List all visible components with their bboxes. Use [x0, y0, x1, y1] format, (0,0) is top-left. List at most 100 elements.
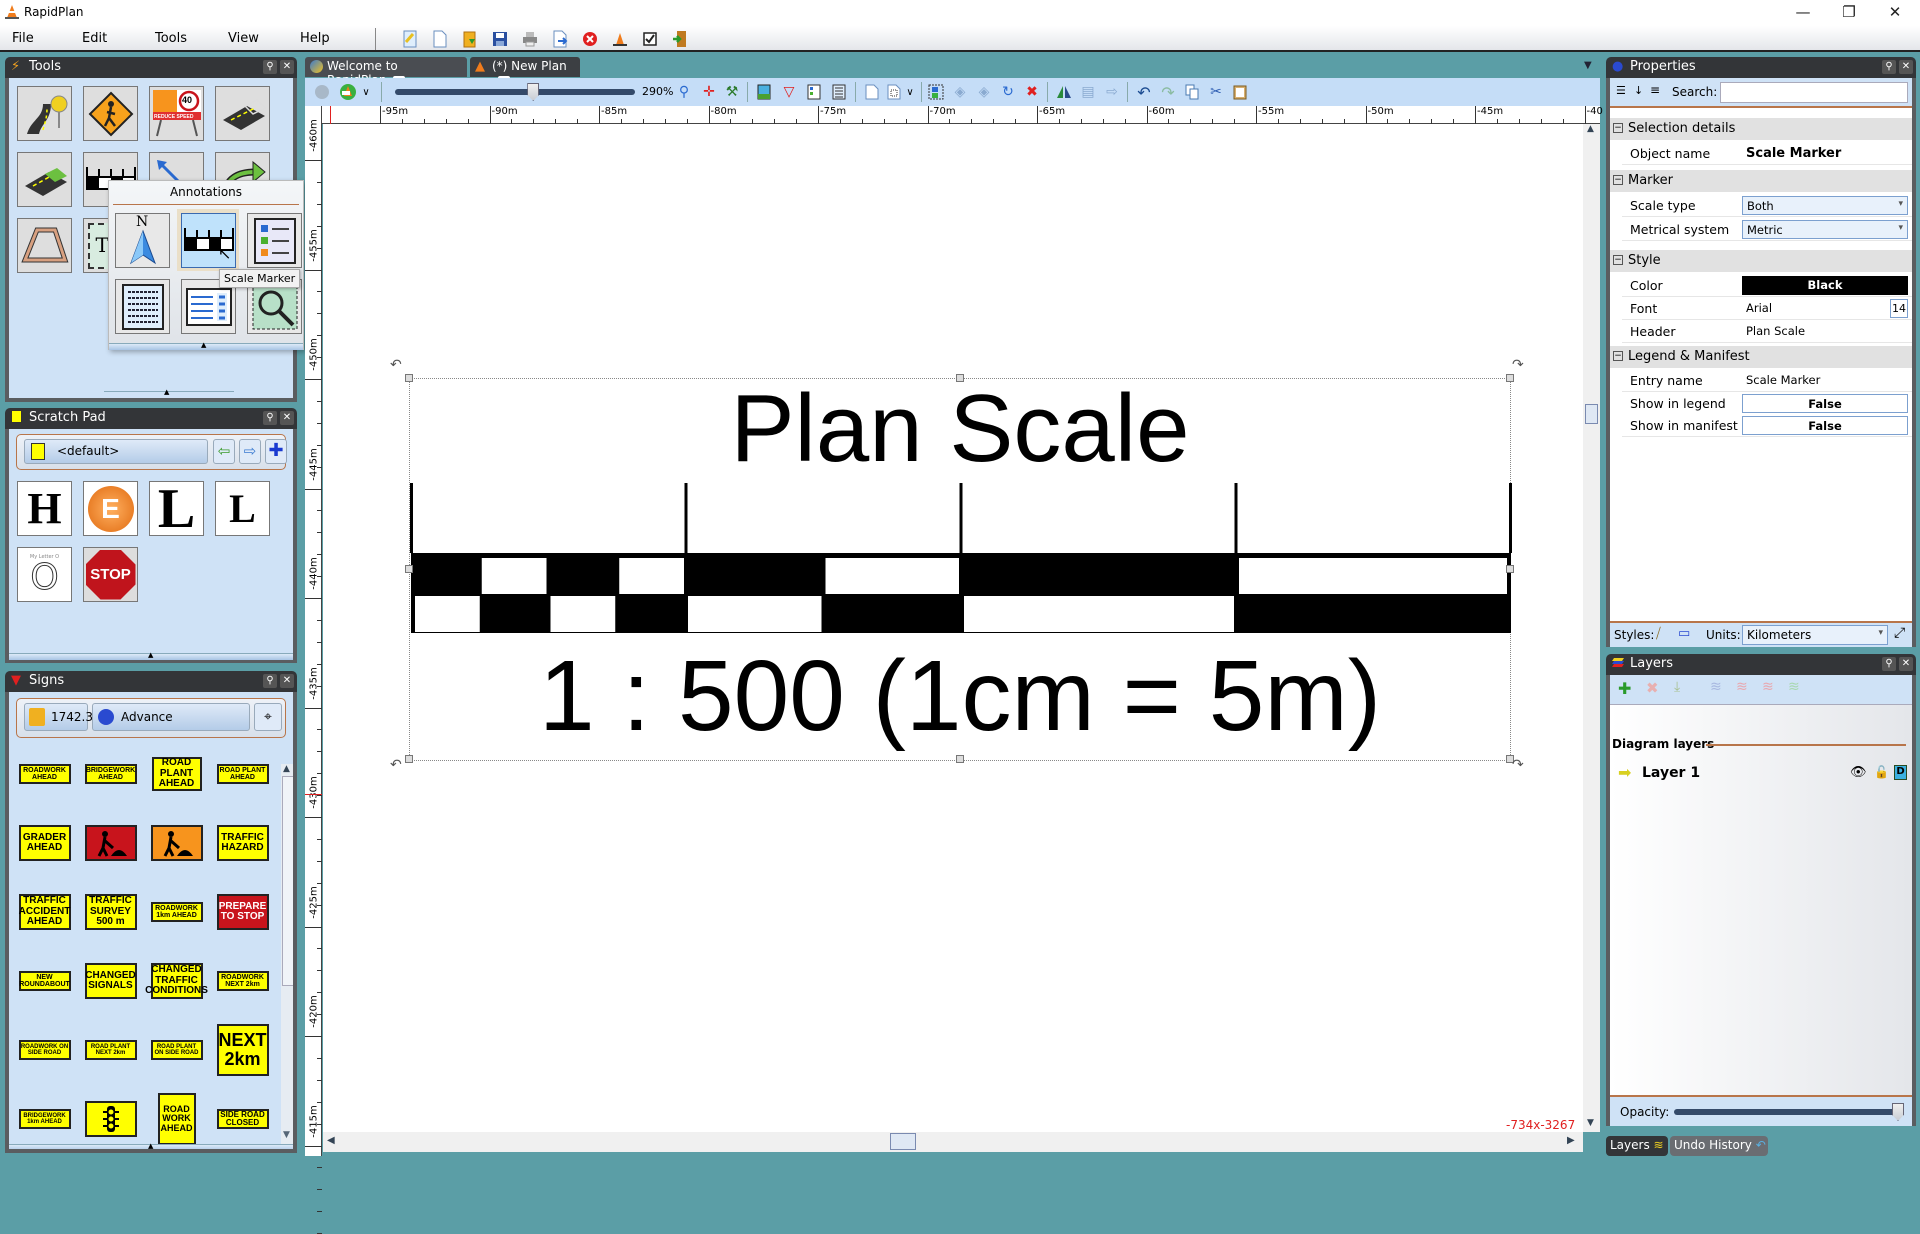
- tab-new-plan[interactable]: ▲ (*) New Plan✕: [470, 57, 580, 88]
- add-layer-icon[interactable]: ✚: [1618, 679, 1631, 698]
- add-pad-button[interactable]: ✚: [265, 439, 287, 464]
- page-dropdown-icon[interactable]: ∨: [901, 83, 919, 101]
- scale-marker-object[interactable]: Plan Scale 1 : 500 (1cm = 5m) ↶ ↷ ↶ ↷: [390, 357, 1524, 773]
- section-marker[interactable]: − Marker: [1610, 170, 1912, 192]
- flip-icon[interactable]: [1055, 83, 1073, 101]
- delete-icon[interactable]: ✖: [1023, 83, 1041, 101]
- sign-item[interactable]: TRAFFIC SURVEY 500 m: [84, 894, 137, 930]
- zoom-slider-thumb[interactable]: [527, 83, 540, 101]
- sign-item[interactable]: ROAD PLANT ON SIDE ROAD: [150, 1040, 203, 1060]
- collapse-icon[interactable]: −: [1613, 255, 1623, 265]
- open-folder-icon[interactable]: [460, 29, 480, 49]
- signs-filter-icon[interactable]: ▽: [780, 83, 798, 101]
- menu-edit[interactable]: Edit: [82, 31, 107, 46]
- close-icon[interactable]: ✕: [1899, 657, 1913, 671]
- rotate-handle-icon[interactable]: ↶: [390, 757, 402, 773]
- exit-door-icon[interactable]: [670, 29, 690, 49]
- pin-icon[interactable]: ⚲: [1882, 60, 1896, 74]
- scratch-pad-dropdown[interactable]: <default>: [24, 439, 208, 464]
- view-mode-icon[interactable]: [339, 83, 357, 101]
- menu-tools[interactable]: Tools: [155, 31, 187, 46]
- scratch-item[interactable]: STOP: [83, 547, 138, 602]
- visibility-eye-icon[interactable]: 👁: [1850, 765, 1867, 780]
- section-legend-manifest[interactable]: − Legend & Manifest: [1610, 346, 1912, 368]
- sign-item[interactable]: [84, 1101, 137, 1137]
- sign-item[interactable]: [150, 825, 203, 861]
- sign-item[interactable]: [84, 825, 137, 861]
- section-style[interactable]: − Style: [1610, 250, 1912, 272]
- bottom-tab-undo-history[interactable]: Undo History ↶: [1670, 1136, 1768, 1156]
- scroll-up-icon[interactable]: ▲: [283, 764, 290, 774]
- sign-item[interactable]: ROADWORK 1km AHEAD: [150, 902, 203, 922]
- globe-icon[interactable]: [313, 83, 331, 101]
- sign-item[interactable]: SIDE ROAD CLOSED: [216, 1109, 269, 1129]
- vertical-scroll-thumb[interactable]: [1585, 404, 1598, 424]
- tools-expand-grip[interactable]: ▲: [104, 388, 234, 397]
- horizontal-scroll-thumb[interactable]: [890, 1133, 916, 1150]
- show-in-legend-toggle[interactable]: False: [1742, 394, 1908, 413]
- pin-icon[interactable]: ⚲: [1882, 657, 1896, 671]
- menu-help[interactable]: Help: [300, 31, 330, 46]
- font-size-input[interactable]: 14: [1890, 299, 1908, 318]
- page-icon[interactable]: [863, 83, 881, 101]
- sign-item[interactable]: ROADWORK NEXT 2km: [216, 971, 269, 991]
- section-selection-details[interactable]: − Selection details: [1610, 118, 1912, 140]
- close-red-icon[interactable]: [580, 29, 600, 49]
- show-in-manifest-toggle[interactable]: False: [1742, 416, 1908, 435]
- close-icon[interactable]: ✕: [280, 60, 294, 74]
- tab-list-dropdown-icon[interactable]: ▼: [1584, 60, 1592, 71]
- menu-file[interactable]: File: [12, 31, 34, 46]
- close-icon[interactable]: ✕: [280, 411, 294, 425]
- legend-tile[interactable]: [247, 213, 302, 268]
- sign-item[interactable]: ROAD PLANT NEXT 2km: [84, 1040, 137, 1060]
- close-icon[interactable]: ✕: [280, 674, 294, 688]
- units-dropdown[interactable]: Kilometers: [1742, 625, 1888, 645]
- bottom-tab-layers[interactable]: Layers ≋: [1606, 1136, 1668, 1156]
- menu-view[interactable]: View: [228, 31, 259, 46]
- pin-icon[interactable]: ⚲: [263, 674, 277, 688]
- scroll-down-icon[interactable]: ▼: [1587, 1118, 1594, 1128]
- copy-icon[interactable]: [1183, 83, 1201, 101]
- resize-handle[interactable]: [956, 755, 964, 763]
- sign-item[interactable]: GRADER AHEAD: [18, 825, 71, 861]
- pedestrian-sign-tile[interactable]: [83, 86, 138, 141]
- standard-selector[interactable]: 1742.3: [24, 703, 93, 731]
- new-wizard-icon[interactable]: [400, 29, 420, 49]
- sign-item[interactable]: NEXT 2km: [216, 1024, 269, 1076]
- scroll-down-icon[interactable]: ▼: [283, 1130, 290, 1140]
- rotate-handle-icon[interactable]: ↷: [1512, 357, 1524, 373]
- export-icon[interactable]: [550, 29, 570, 49]
- road-segment-tile[interactable]: [215, 86, 270, 141]
- north-arrow-tile[interactable]: N: [115, 213, 170, 268]
- polygon-tile[interactable]: [17, 218, 72, 273]
- sign-item[interactable]: BRIDGEWORK AHEAD: [84, 764, 137, 784]
- resize-handle[interactable]: [956, 374, 964, 382]
- rotate-icon[interactable]: ↻: [999, 83, 1017, 101]
- resize-handle[interactable]: [405, 374, 413, 382]
- sign-item[interactable]: ROADWORK ON SIDE ROAD: [18, 1040, 71, 1060]
- scratch-item[interactable]: H: [17, 481, 72, 536]
- properties-search-input[interactable]: [1720, 82, 1908, 103]
- sign-item[interactable]: ROAD PLANT AHEAD: [216, 764, 269, 784]
- opacity-slider-thumb[interactable]: [1892, 1103, 1904, 1121]
- canvas-horizontal-scrollbar[interactable]: ◀ ▶: [323, 1132, 1583, 1152]
- rotate-handle-icon[interactable]: ↶: [390, 357, 402, 373]
- tab-welcome[interactable]: Welcome to RapidPlan✕: [305, 57, 467, 88]
- undo-icon[interactable]: ↶: [1135, 83, 1153, 102]
- pin-icon[interactable]: ⚲: [263, 60, 277, 74]
- font-value[interactable]: Arial: [1742, 299, 1882, 318]
- lock-icon[interactable]: 🔓: [1874, 765, 1889, 779]
- next-pad-button[interactable]: ⇨: [239, 439, 261, 464]
- scratch-item[interactable]: L: [149, 481, 204, 536]
- sign-item[interactable]: TRAFFIC HAZARD: [216, 825, 269, 861]
- cut-icon[interactable]: ✂: [1207, 83, 1225, 101]
- entry-name-value[interactable]: Scale Marker: [1742, 371, 1908, 390]
- color-picker[interactable]: Black: [1742, 276, 1908, 295]
- signs-scrollbar[interactable]: ▲ ▼: [281, 764, 293, 1147]
- center-crosshair-icon[interactable]: ✛: [700, 83, 718, 101]
- previous-pad-button[interactable]: ⇦: [213, 439, 235, 464]
- collapse-icon[interactable]: −: [1613, 351, 1623, 361]
- sign-item[interactable]: ROADWORK AHEAD: [18, 764, 71, 784]
- sign-item[interactable]: CHANGED SIGNALS: [84, 963, 137, 999]
- category-selector[interactable]: Advance: [92, 703, 250, 731]
